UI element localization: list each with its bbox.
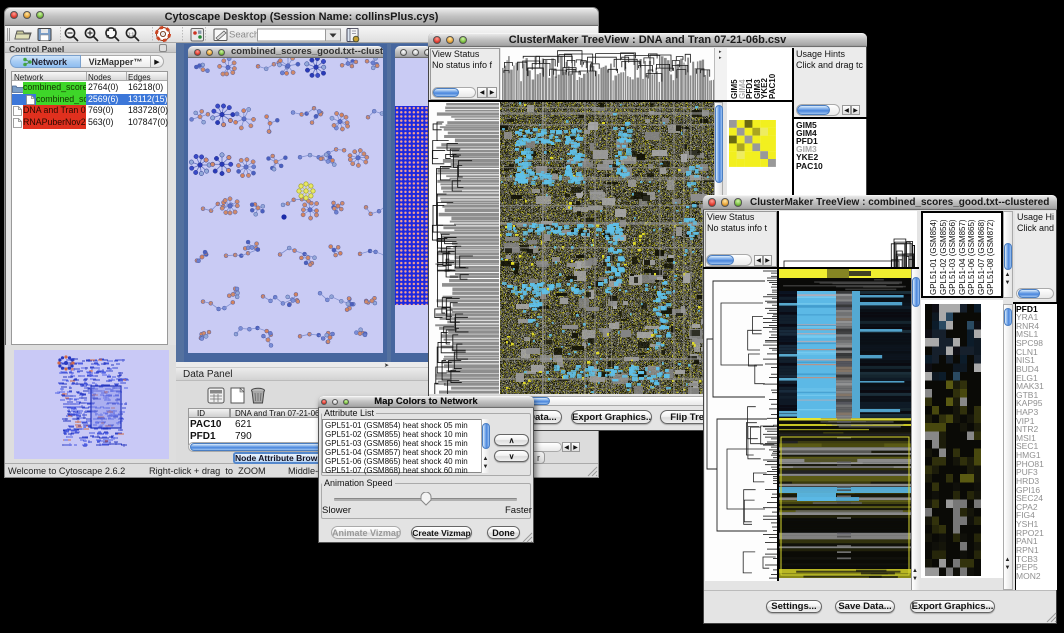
svg-text:1:1: 1:1 <box>128 32 135 37</box>
svg-text:Search:: Search: <box>229 30 262 41</box>
